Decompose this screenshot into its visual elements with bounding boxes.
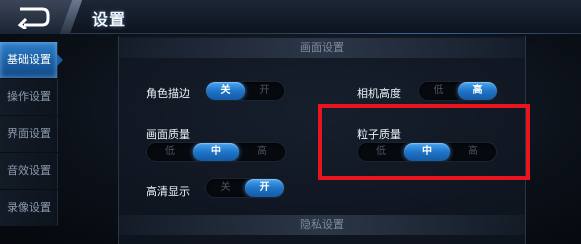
section-display-header: 画面设置: [118, 38, 526, 58]
sidebar-item-interface[interactable]: 界面设置: [0, 116, 58, 152]
hd-display-option-off[interactable]: 关: [206, 179, 245, 197]
camera-height-label: 相机高度: [357, 87, 401, 100]
sidebar-item-basic[interactable]: 基础设置: [0, 42, 63, 78]
back-arrow-icon: [17, 7, 50, 29]
hd-display-label: 高清显示: [146, 185, 190, 198]
outline-option-on[interactable]: 开: [245, 82, 284, 100]
graphics-quality-option-high[interactable]: 高: [239, 143, 285, 161]
graphics-quality-option-medium[interactable]: 中: [193, 143, 239, 161]
graphics-quality-label: 画面质量: [146, 128, 190, 141]
graphics-quality-toggle: 低 中 高: [146, 142, 286, 162]
page-title: 设置: [92, 10, 127, 29]
highlight-box: [318, 104, 530, 180]
sidebar-item-sound[interactable]: 音效设置: [0, 153, 58, 189]
header-bar: 设置: [0, 0, 581, 34]
hd-display-toggle: 关 开: [205, 178, 285, 198]
sidebar-item-recording[interactable]: 录像设置: [0, 190, 58, 226]
camera-height-option-low[interactable]: 低: [419, 82, 458, 100]
sidebar: 基础设置 操作设置 界面设置 音效设置 录像设置: [0, 42, 63, 227]
camera-height-option-high[interactable]: 高: [458, 82, 497, 100]
camera-height-toggle: 低 高: [418, 81, 498, 101]
outline-option-off[interactable]: 关: [206, 82, 245, 100]
sidebar-item-controls[interactable]: 操作设置: [0, 79, 58, 115]
hd-display-option-on[interactable]: 开: [245, 179, 284, 197]
outline-toggle: 关 开: [205, 81, 285, 101]
outline-label: 角色描边: [146, 87, 190, 100]
section-privacy-header: 隐私设置: [118, 215, 526, 235]
graphics-quality-option-low[interactable]: 低: [147, 143, 193, 161]
settings-screen: 设置 基础设置 操作设置 界面设置 音效设置 录像设置 画面设置 角色描边 关 …: [0, 0, 581, 244]
